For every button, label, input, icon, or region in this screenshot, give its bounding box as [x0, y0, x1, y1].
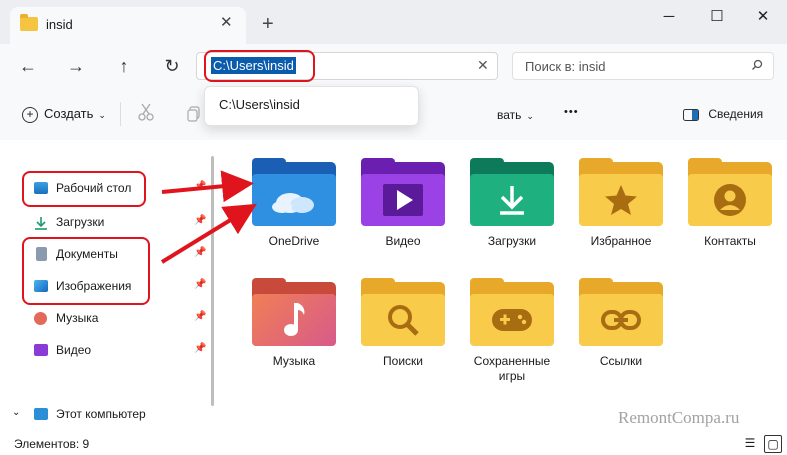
arrow-to-onedrive	[161, 170, 254, 203]
close-window-button[interactable]: ✕	[740, 4, 786, 30]
folder-tile-saved-games[interactable]: Сохраненные игры	[464, 276, 560, 384]
address-highlight	[204, 50, 315, 82]
music-note-icon	[252, 294, 336, 346]
folder-tile-music[interactable]: Музыка	[246, 276, 342, 384]
pin-icon: 📌	[194, 343, 207, 354]
folder-tile-links[interactable]: Ссылки	[573, 276, 669, 384]
title-bar: insid ✕ + ─ ☐ ✕	[0, 0, 787, 44]
refresh-button[interactable]: ↻	[158, 54, 186, 78]
folder-tile-downloads[interactable]: Загрузки	[464, 156, 560, 264]
status-bar: Элементов: 9 ☰ ▢	[0, 432, 787, 455]
search-input[interactable]: Поиск в: insid	[512, 52, 774, 80]
tiles-view-icon[interactable]: ▢	[764, 435, 782, 453]
gamepad-icon	[470, 294, 554, 346]
address-suggestions: C:\Users\insid	[204, 86, 419, 126]
video-icon	[34, 344, 48, 356]
search-icon[interactable]	[751, 59, 763, 74]
divider	[120, 102, 121, 126]
cut-icon[interactable]	[137, 102, 155, 125]
star-icon	[579, 174, 663, 226]
chevron-down-icon: ⌄	[98, 110, 106, 120]
new-tab-button[interactable]: +	[262, 13, 274, 36]
window-tab[interactable]: insid ✕	[10, 7, 246, 44]
desktop-highlight	[22, 171, 146, 207]
magnifier-icon	[361, 294, 445, 346]
details-pane-icon	[683, 108, 699, 121]
documents-pictures-highlight	[22, 237, 150, 305]
maximize-button[interactable]: ☐	[694, 4, 740, 30]
search-placeholder: Поиск в: insid	[525, 59, 606, 74]
folder-icon	[20, 14, 38, 31]
close-tab-button[interactable]: ✕	[220, 13, 233, 31]
play-icon	[361, 174, 445, 226]
plus-circle-icon: +	[22, 107, 38, 123]
contact-icon	[688, 174, 772, 226]
minimize-button[interactable]: ─	[646, 4, 692, 30]
items-count: Элементов: 9	[14, 437, 90, 451]
details-button[interactable]: Сведения	[683, 107, 763, 121]
pin-icon: 📌	[194, 279, 207, 290]
back-button[interactable]: ←	[14, 54, 42, 78]
arrow-to-onedrive-lower	[160, 203, 257, 264]
link-icon	[579, 294, 663, 346]
navigation-bar: ← → ↑ ↻ C:\Users\insid ✕ Поиск в: insid	[0, 44, 787, 88]
up-button[interactable]: ↑	[110, 54, 138, 78]
address-suggestion-item[interactable]: C:\Users\insid	[219, 97, 300, 112]
tab-title: insid	[46, 17, 73, 32]
music-icon	[34, 312, 47, 325]
sort-button[interactable]: вать ⌄	[497, 108, 534, 122]
annotation-arrows	[160, 170, 257, 264]
watermark: RemontCompa.ru	[618, 408, 740, 427]
download-icon	[34, 216, 48, 230]
chevron-down-icon: ⌄	[12, 407, 21, 418]
clear-address-button[interactable]: ✕	[477, 57, 489, 74]
pin-icon: 📌	[194, 311, 207, 322]
folder-tile-searches[interactable]: Поиски	[355, 276, 451, 384]
more-options-button[interactable]: •••	[564, 106, 579, 118]
folder-tile-contacts[interactable]: Контакты	[682, 156, 778, 264]
folder-tile-favorites[interactable]: Избранное	[573, 156, 669, 264]
folder-tile-video[interactable]: Видео	[355, 156, 451, 264]
copy-icon[interactable]	[187, 106, 201, 125]
forward-button[interactable]: →	[62, 54, 90, 78]
details-view-icon[interactable]: ☰	[742, 435, 758, 451]
chevron-down-icon: ⌄	[526, 111, 534, 121]
file-list: OneDrive Видео Загрузки Избранное Контак…	[218, 140, 787, 432]
computer-icon	[34, 408, 48, 420]
create-button[interactable]: + Создать ⌄	[22, 106, 106, 123]
download-arrow-icon	[470, 174, 554, 226]
